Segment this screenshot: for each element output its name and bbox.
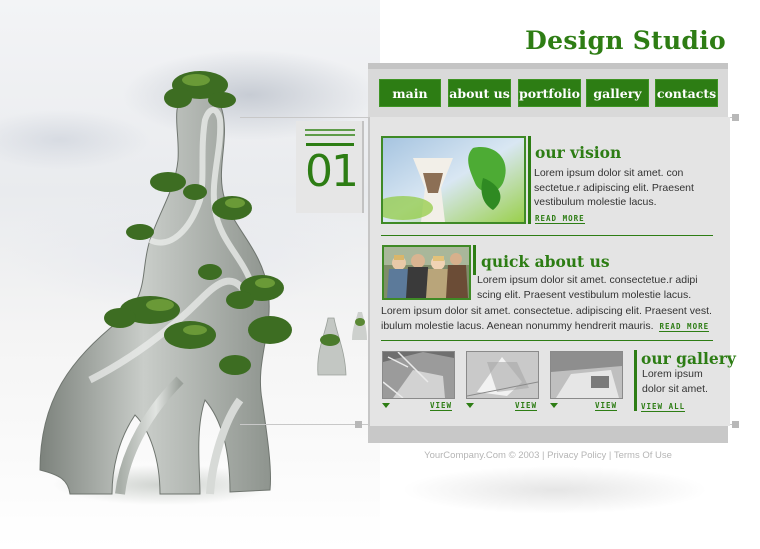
- gallery-thumb-1-art: [383, 352, 454, 398]
- gallery-view-link-1[interactable]: VIEW: [430, 401, 453, 411]
- gallery-thumb-1[interactable]: [382, 351, 455, 399]
- gallery-thumb-2[interactable]: [466, 351, 539, 399]
- footer-separator: |: [608, 450, 612, 461]
- gallery-accent-bar: [634, 350, 637, 411]
- footer: YourCompany.Com © 2003 | Privacy Policy …: [368, 450, 728, 461]
- panel-bottom-bar: [368, 426, 728, 443]
- footer-copyright: YourCompany.Com © 2003: [424, 450, 540, 461]
- guide-marker: [732, 114, 739, 121]
- sculpture-image: [39, 71, 367, 495]
- gallery-view-link-2[interactable]: VIEW: [515, 401, 538, 411]
- about-accent-bar: [473, 245, 476, 275]
- nav-item-portfolio[interactable]: portfolio: [518, 79, 581, 107]
- nav-item-gallery[interactable]: gallery: [586, 79, 649, 107]
- about-text-right: Lorem ipsum dolor sit amet. consectetue.…: [477, 274, 698, 301]
- about-image: [382, 245, 471, 300]
- vision-accent-bar: [528, 136, 531, 224]
- gallery-heading: our gallery: [641, 349, 736, 368]
- footer-terms-link[interactable]: Terms Of Use: [614, 450, 672, 461]
- gallery-arrow-icon: [382, 403, 390, 408]
- vision-read-more-link[interactable]: READ MORE: [535, 214, 585, 224]
- gallery-arrow-icon: [466, 403, 474, 408]
- gallery-thumb-3[interactable]: [550, 351, 623, 399]
- vision-image-art: [383, 138, 524, 222]
- gallery-thumb-3-art: [551, 352, 622, 398]
- section-divider: [381, 340, 713, 341]
- issue-badge: 01: [296, 121, 364, 213]
- about-heading: quick about us: [481, 252, 610, 271]
- nav-item-contacts[interactable]: contacts: [655, 79, 718, 107]
- gallery-arrow-icon: [550, 403, 558, 408]
- about-text-full: Lorem ipsum dolor sit amet. consectetue.…: [381, 304, 713, 334]
- gallery-view-link-3[interactable]: VIEW: [595, 401, 618, 411]
- about-image-art: [384, 247, 469, 298]
- guide-marker: [732, 421, 739, 428]
- footer-privacy-link[interactable]: Privacy Policy: [547, 450, 606, 461]
- guide-marker: [355, 421, 362, 428]
- panel-shadow: [365, 455, 745, 525]
- section-divider: [381, 235, 713, 236]
- nav-bar: main about us portfolio gallery contacts: [368, 63, 728, 117]
- gallery-thumb-2-art: [467, 352, 538, 398]
- vision-heading: our vision: [535, 143, 622, 162]
- gallery-text: Lorem ipsum dolor sit amet.: [642, 368, 708, 395]
- vision-image: [381, 136, 526, 224]
- nav-item-main[interactable]: main: [379, 79, 441, 107]
- about-read-more-link[interactable]: READ MORE: [659, 321, 710, 332]
- badge-number: 01: [305, 146, 359, 197]
- footer-separator: |: [542, 450, 545, 461]
- brand-title: Design Studio: [525, 26, 726, 55]
- badge-lines: [305, 129, 355, 139]
- gallery-view-all-link[interactable]: VIEW ALL: [641, 402, 686, 412]
- nav-item-about-us[interactable]: about us: [448, 79, 511, 107]
- vision-text: Lorem ipsum dolor sit amet. con sectetue…: [534, 167, 694, 208]
